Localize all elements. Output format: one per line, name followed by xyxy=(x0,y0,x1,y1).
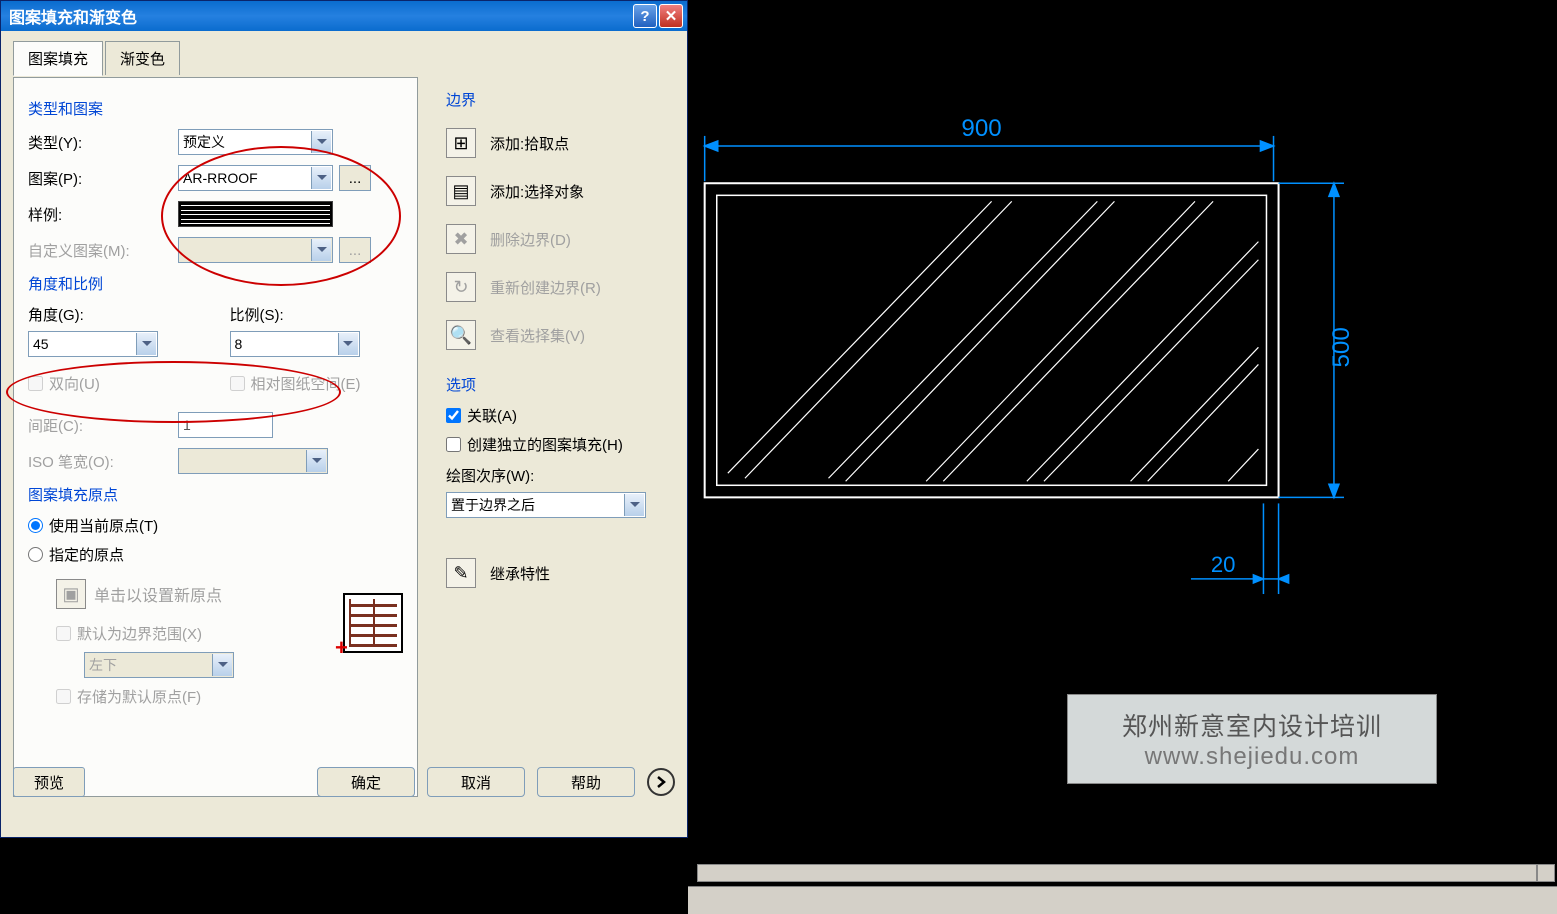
preview-button[interactable]: 预览 xyxy=(13,767,85,797)
pick-points-icon: ⊞ xyxy=(446,128,476,158)
inherit-properties-button[interactable]: ✎继承特性 xyxy=(446,558,676,588)
ok-button[interactable]: 确定 xyxy=(317,767,415,797)
add-select-objects-button[interactable]: ▤添加:选择对象 xyxy=(446,176,676,206)
pattern-dropdown[interactable]: AR-RROOF xyxy=(178,165,333,191)
bbox-position-dropdown: 左下 xyxy=(84,652,234,678)
dialog-buttons: 预览 确定 取消 帮助 xyxy=(13,767,675,797)
cad-status-bar xyxy=(688,886,1557,914)
spacing-input xyxy=(178,412,273,438)
chevron-down-icon[interactable] xyxy=(624,494,644,516)
relative-paper-checkbox xyxy=(230,376,245,391)
chevron-down-icon[interactable] xyxy=(311,167,331,189)
custom-pattern-dropdown xyxy=(178,237,333,263)
specify-origin-radio[interactable] xyxy=(28,547,43,562)
tab-bar: 图案填充 渐变色 xyxy=(13,41,675,75)
draw-order-dropdown[interactable]: 置于边界之后 xyxy=(446,492,646,518)
label-type: 类型(Y): xyxy=(28,132,178,153)
dim-height: 500 xyxy=(1328,327,1355,367)
scrollbar-corner xyxy=(1537,864,1555,882)
iso-pen-dropdown xyxy=(178,448,328,474)
plus-icon: + xyxy=(335,635,348,661)
dialog-title: 图案填充和渐变色 xyxy=(5,4,631,28)
cancel-button[interactable]: 取消 xyxy=(427,767,525,797)
pattern-swatch[interactable] xyxy=(178,201,333,227)
use-current-origin-radio[interactable] xyxy=(28,518,43,533)
associative-checkbox[interactable] xyxy=(446,408,461,423)
delete-boundary-button: ✖删除边界(D) xyxy=(446,224,676,254)
tab-gradient[interactable]: 渐变色 xyxy=(105,41,180,75)
recreate-boundary-button: ↻重新创建边界(R) xyxy=(446,272,676,302)
titlebar[interactable]: 图案填充和渐变色 ? ✕ xyxy=(1,1,687,31)
delete-boundary-icon: ✖ xyxy=(446,224,476,254)
separate-hatch-checkbox[interactable] xyxy=(446,437,461,452)
label-iso-pen: ISO 笔宽(O): xyxy=(28,451,178,472)
view-selection-button: 🔍查看选择集(V) xyxy=(446,320,676,350)
label-pattern: 图案(P): xyxy=(28,168,178,189)
recreate-boundary-icon: ↻ xyxy=(446,272,476,302)
group-angle-scale: 角度和比例 xyxy=(28,273,403,294)
default-bbox-checkbox xyxy=(56,626,71,641)
expand-button[interactable] xyxy=(647,768,675,796)
group-type-pattern: 类型和图案 xyxy=(28,98,403,119)
pattern-browse-button[interactable]: ... xyxy=(339,165,371,191)
chevron-down-icon[interactable] xyxy=(338,333,358,355)
help-icon[interactable]: ? xyxy=(633,4,657,28)
group-origin: 图案填充原点 xyxy=(28,484,403,505)
label-sample: 样例: xyxy=(28,204,178,225)
chevron-down-icon[interactable] xyxy=(136,333,156,355)
view-selection-icon: 🔍 xyxy=(446,320,476,350)
angle-dropdown[interactable]: 45 xyxy=(28,331,158,357)
inherit-icon: ✎ xyxy=(446,558,476,588)
group-options: 选项 xyxy=(446,374,676,395)
add-pick-points-button[interactable]: ⊞添加:拾取点 xyxy=(446,128,676,158)
label-spacing: 间距(C): xyxy=(28,415,178,436)
hatch-dialog: 图案填充和渐变色 ? ✕ 图案填充 渐变色 类型和图案 类型(Y): 预定义 图… xyxy=(0,0,688,838)
double-checkbox xyxy=(28,376,43,391)
dim-width: 900 xyxy=(961,115,1001,142)
origin-preview xyxy=(343,593,403,653)
chevron-down-icon[interactable] xyxy=(311,131,331,153)
custom-browse-button: ... xyxy=(339,237,371,263)
close-icon[interactable]: ✕ xyxy=(659,4,683,28)
tab-hatch[interactable]: 图案填充 xyxy=(13,41,103,76)
chevron-down-icon xyxy=(306,450,326,472)
horizontal-scrollbar[interactable] xyxy=(697,864,1537,882)
chevron-down-icon xyxy=(212,654,232,676)
chevron-down-icon xyxy=(311,239,331,261)
store-default-checkbox xyxy=(56,689,71,704)
label-scale: 比例(S): xyxy=(230,304,404,325)
dim-offset: 20 xyxy=(1211,552,1236,577)
help-button[interactable]: 帮助 xyxy=(537,767,635,797)
hatch-panel: 类型和图案 类型(Y): 预定义 图案(P): AR-RROOF ... 样例:… xyxy=(13,77,418,797)
type-dropdown[interactable]: 预定义 xyxy=(178,129,333,155)
group-boundary: 边界 xyxy=(446,89,676,110)
watermark: 郑州新意室内设计培训 www.shejiedu.com xyxy=(1067,694,1437,784)
origin-pick-icon: ▣ xyxy=(56,579,86,609)
scale-dropdown[interactable]: 8 xyxy=(230,331,360,357)
select-objects-icon: ▤ xyxy=(446,176,476,206)
label-draw-order: 绘图次序(W): xyxy=(446,465,676,486)
label-angle: 角度(G): xyxy=(28,304,202,325)
right-column: 边界 ⊞添加:拾取点 ▤添加:选择对象 ✖删除边界(D) ↻重新创建边界(R) … xyxy=(446,81,676,606)
label-custom-pattern: 自定义图案(M): xyxy=(28,240,178,261)
